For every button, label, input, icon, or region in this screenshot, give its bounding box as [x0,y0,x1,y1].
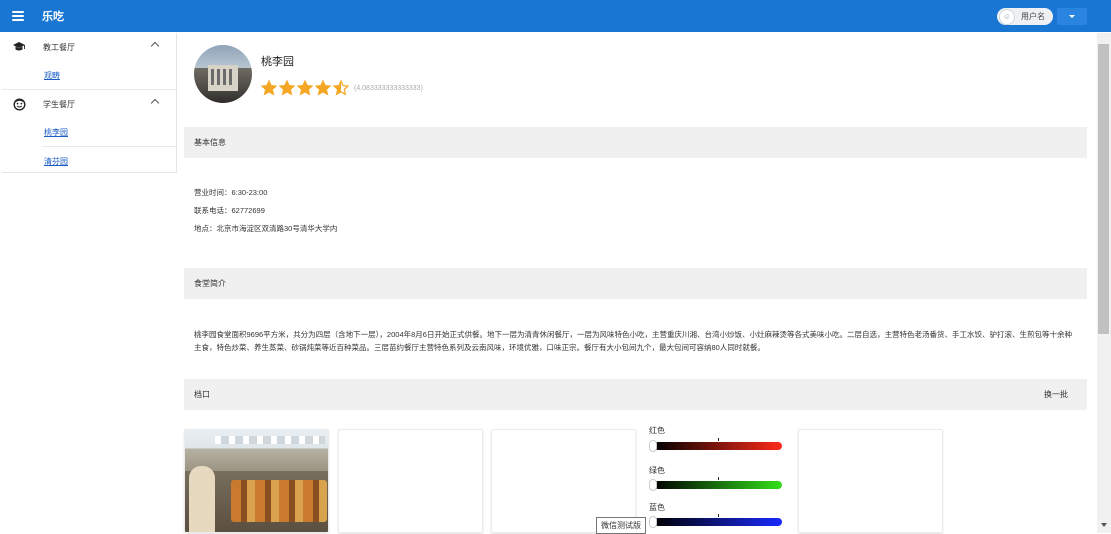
sidebar-item-label[interactable]: 清芬园 [44,156,68,167]
blue-slider-thumb[interactable] [649,516,657,528]
sidebar-group-staff[interactable]: 教工餐厅 [2,33,176,61]
blue-label: 蓝色 [649,503,665,512]
caret-down-icon [1069,15,1075,18]
section-basic-info: 基本信息 [184,127,1087,158]
stall-card[interactable] [798,429,943,533]
rating-value: (4.083333333333333) [354,84,423,92]
green-slider[interactable] [654,481,782,489]
sidebar-group-student[interactable]: 学生餐厅 [2,90,176,118]
address: 地点：北京市海淀区双清路30号清华大学内 [194,224,338,233]
chevron-up-icon [150,41,160,51]
section-title: 食堂简介 [194,279,226,288]
app-title: 乐吃 [42,11,64,23]
section-title: 基本信息 [194,138,226,147]
section-title: 档口 [194,390,210,399]
menu-icon[interactable] [0,0,36,32]
sidebar-item-label[interactable]: 观畴 [44,70,60,81]
star-half-icon [333,80,349,96]
sidebar-item-label[interactable]: 桃李园 [44,127,68,138]
stall-card[interactable] [338,429,483,533]
phone-number: 联系电话：62772699 [194,206,265,215]
rating-stars: (4.083333333333333) [261,80,423,96]
star-full-icon [279,80,295,96]
sidebar-group-label: 学生餐厅 [43,99,75,109]
section-intro: 食堂简介 [184,268,1087,299]
section-stalls: 档口 换一批 [184,379,1087,410]
scrollbar-thumb[interactable] [1098,44,1109,334]
smiley-face-icon [12,97,26,111]
restaurant-photo [194,45,252,103]
star-full-icon [297,80,313,96]
user-avatar-icon: ☺ [999,8,1015,25]
color-picker: 红色 绿色 蓝色 [638,425,788,533]
red-label: 红色 [649,426,665,435]
opening-hours: 营业时间：6:30-23:00 [194,188,268,197]
star-full-icon [261,80,277,96]
sidebar-group-label: 教工餐厅 [43,42,75,52]
chevron-up-icon [150,98,160,108]
restaurant-name: 桃李园 [261,56,294,68]
sidebar-item-guanchou[interactable]: 观畴 [2,61,176,89]
user-chip[interactable]: ☺ 用户名 [997,8,1053,25]
user-dropdown-button[interactable] [1057,8,1087,25]
user-name: 用户名 [1021,12,1045,21]
graduation-cap-icon [12,40,26,54]
sidebar-item-qingfenyuan[interactable]: 清芬园 [2,147,176,175]
red-slider[interactable] [654,442,782,450]
red-slider-thumb[interactable] [649,440,657,452]
stall-card[interactable] [184,429,329,533]
main-content: 桃李园 (4.083333333333333) 基本信息 营业时间：6:30-2… [184,33,1087,534]
refresh-button[interactable]: 换一批 [1044,389,1068,400]
top-app-bar: 乐吃 [0,0,1111,32]
test-version-label: 微信测试版 [596,517,646,534]
star-full-icon [315,80,331,96]
sidebar-item-taoliyuan[interactable]: 桃李园 [2,118,176,146]
intro-text: 桃李园食堂面积9696平方米，共分为四层（含地下一层），2004年8月6日开始正… [194,330,1072,352]
scroll-down-arrow-icon[interactable] [1101,523,1107,527]
sidebar: 教工餐厅 观畴 学生餐厅 桃李园 清芬园 [2,33,177,173]
blue-slider[interactable] [654,518,782,526]
scrollbar[interactable] [1097,33,1111,533]
green-slider-thumb[interactable] [649,479,657,491]
green-label: 绿色 [649,466,665,475]
